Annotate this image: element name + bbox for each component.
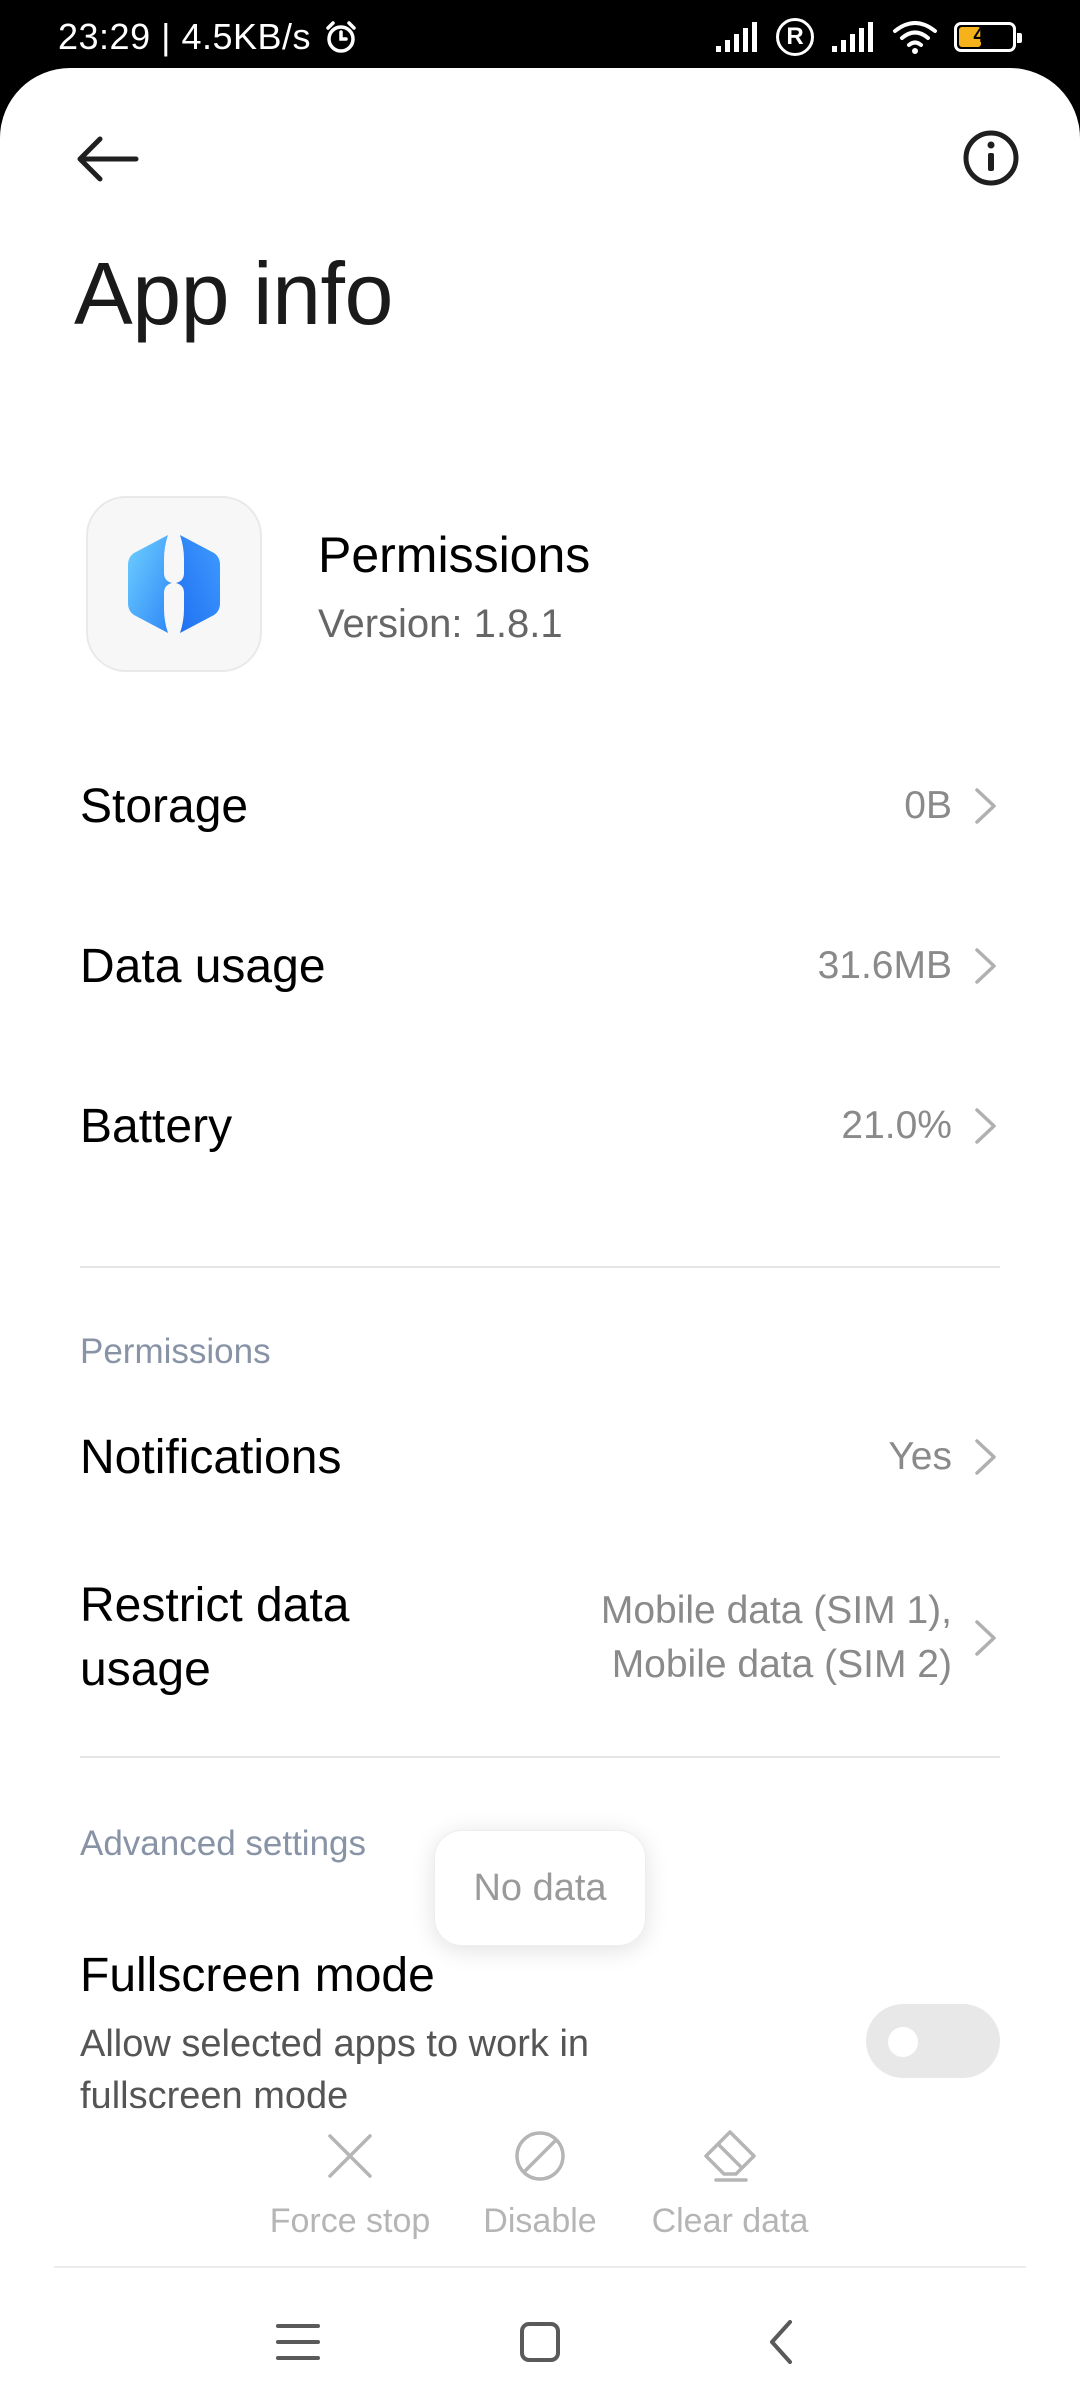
- home-square-icon[interactable]: [510, 2312, 570, 2372]
- chevron-right-icon: [975, 1108, 996, 1144]
- section-permissions: Permissions: [80, 1332, 271, 1371]
- storage-row[interactable]: Storage 0B: [80, 746, 1000, 866]
- disable-label: Disable: [483, 2202, 597, 2240]
- disable-button[interactable]: Disable: [430, 2108, 650, 2241]
- battery-icon: 47: [954, 22, 1022, 52]
- fullscreen-mode-subtitle: Allow selected apps to work in fullscree…: [80, 2023, 590, 2117]
- toggle-knob: [888, 2027, 918, 2057]
- app-icon: [86, 496, 262, 672]
- app-info-screen: App info Permissions Version: 1.8.1 Stor…: [0, 68, 1080, 2400]
- data-usage-value: 31.6MB: [817, 944, 952, 987]
- no-data-toast: No data: [434, 1830, 646, 1946]
- divider: [80, 1266, 1000, 1268]
- app-name: Permissions: [318, 527, 591, 583]
- arrow-left-icon[interactable]: [72, 123, 144, 195]
- status-left: 23:29 | 4.5KB/s: [58, 16, 359, 58]
- menu-recents-icon[interactable]: [268, 2312, 328, 2372]
- app-version: Version: 1.8.1: [318, 602, 563, 646]
- restrict-data-usage-row[interactable]: Restrict data usage Mobile data (SIM 1),…: [80, 1563, 1000, 1713]
- restrict-data-label-line1: Restrict data: [80, 1579, 350, 1632]
- close-x-icon: [328, 2134, 372, 2178]
- permissions-app-icon: [128, 535, 220, 633]
- fullscreen-mode-toggle[interactable]: [866, 2004, 1000, 2078]
- info-circle-icon[interactable]: [956, 123, 1026, 193]
- alarm-clock-icon: [326, 21, 356, 53]
- notifications-row[interactable]: Notifications Yes: [80, 1397, 1000, 1517]
- battery-label: Battery: [80, 1099, 233, 1153]
- back-chevron-icon[interactable]: [752, 2312, 812, 2372]
- battery-value: 21.0%: [841, 1104, 952, 1147]
- storage-value: 0B: [904, 784, 952, 827]
- chevron-right-icon: [975, 1620, 996, 1656]
- section-advanced-settings: Advanced settings: [80, 1824, 367, 1863]
- restrict-data-value: Mobile data (SIM 1), Mobile data (SIM 2): [601, 1584, 952, 1692]
- chevron-right-icon: [975, 948, 996, 984]
- notifications-label: Notifications: [80, 1430, 342, 1484]
- force-stop-button[interactable]: Force stop: [240, 2108, 460, 2241]
- storage-label: Storage: [80, 779, 249, 833]
- restrict-data-label: Restrict data usage: [80, 1574, 349, 1702]
- roaming-badge-icon: R: [776, 18, 814, 56]
- status-bar: 23:29 | 4.5KB/s R 47: [0, 0, 1080, 72]
- status-right: R 47: [714, 18, 1022, 56]
- restrict-data-value-line2: Mobile data (SIM 2): [611, 1643, 952, 1686]
- status-time-speed: 23:29 | 4.5KB/s: [58, 16, 312, 57]
- restrict-data-label-line2: usage: [80, 1643, 211, 1696]
- divider: [54, 2266, 1026, 2268]
- fullscreen-mode-title: Fullscreen mode: [80, 1949, 435, 2002]
- data-usage-label: Data usage: [80, 939, 326, 993]
- battery-row[interactable]: Battery 21.0%: [80, 1066, 1000, 1186]
- force-stop-label: Force stop: [269, 2202, 431, 2240]
- action-bar: Force stop Disable Clear data: [0, 2108, 1080, 2258]
- chevron-right-icon: [975, 788, 996, 824]
- signal-strength-icon: [716, 22, 757, 52]
- eraser-icon: [704, 2130, 756, 2182]
- divider: [80, 1756, 1000, 1758]
- clear-data-button[interactable]: Clear data: [620, 2108, 840, 2241]
- clear-data-label: Clear data: [651, 2202, 809, 2240]
- restrict-data-value-line1: Mobile data (SIM 1),: [600, 1589, 952, 1632]
- signal-strength-icon-sim2: [832, 22, 873, 52]
- battery-cap: [1017, 33, 1022, 43]
- chevron-right-icon: [975, 1439, 996, 1475]
- page-title: App info: [74, 244, 393, 343]
- navigation-bar: [0, 2276, 1080, 2400]
- disable-circle-slash-icon: [515, 2131, 565, 2181]
- wifi-icon: [893, 21, 937, 54]
- data-usage-row[interactable]: Data usage 31.6MB: [80, 906, 1000, 1026]
- battery-level-text: 47: [973, 24, 997, 47]
- notifications-value: Yes: [888, 1435, 952, 1478]
